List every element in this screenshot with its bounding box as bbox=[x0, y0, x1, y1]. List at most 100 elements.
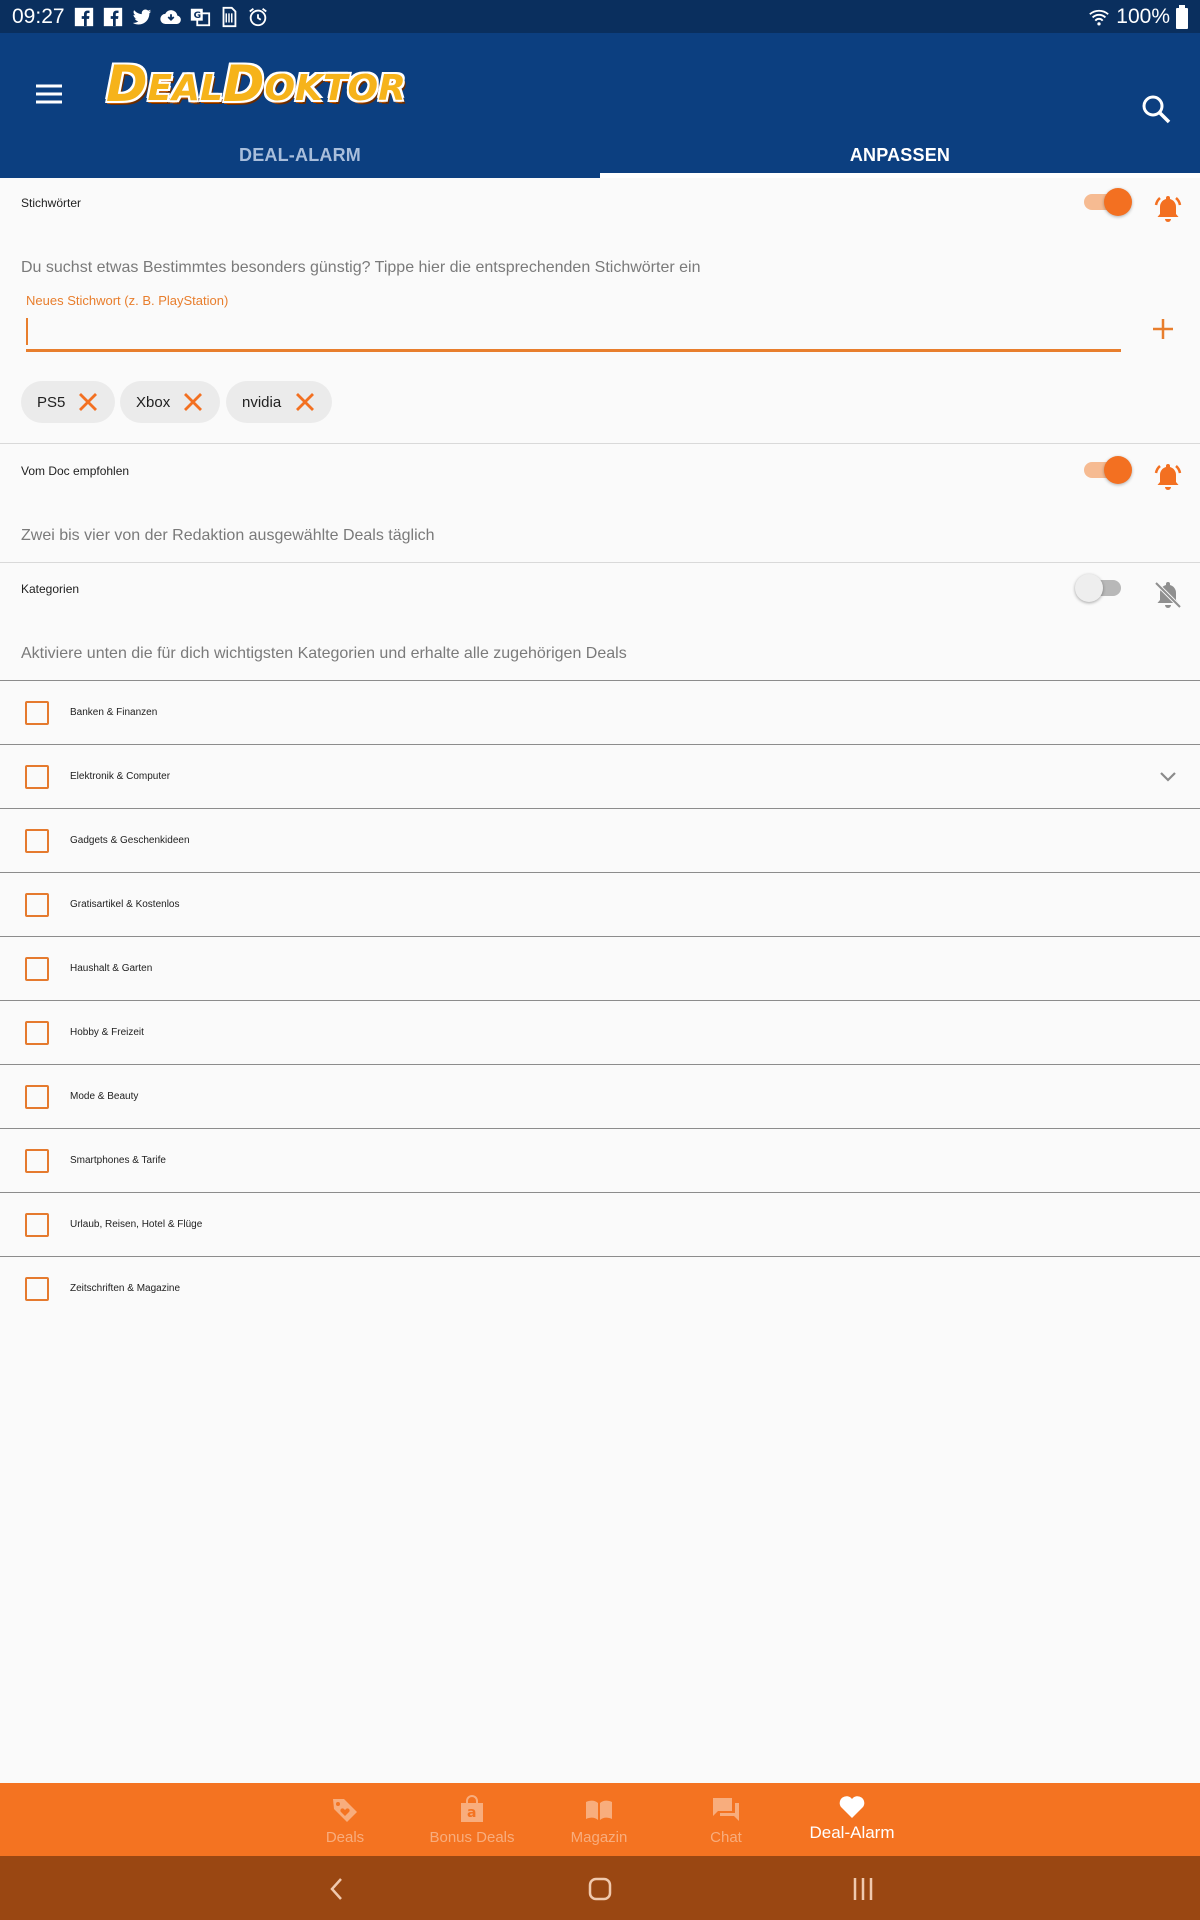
recommended-title: Vom Doc empfohlen bbox=[21, 464, 130, 478]
status-bar: 09:27 G 100% bbox=[0, 0, 1200, 33]
system-navigation-bar bbox=[0, 1856, 1200, 1920]
sim-icon bbox=[222, 6, 236, 27]
bell-ringing-icon bbox=[1154, 464, 1182, 490]
nav-deals[interactable]: Deals bbox=[305, 1783, 385, 1856]
heart-icon bbox=[839, 1796, 865, 1818]
category-label: Banken & Finanzen bbox=[70, 707, 158, 718]
keyword-chip: nvidia bbox=[226, 381, 332, 423]
category-row-hobby[interactable]: Hobby & Freizeit bbox=[0, 1001, 1200, 1065]
nav-label: Deals bbox=[325, 1829, 365, 1846]
nav-bonus-deals[interactable]: a Bonus Deals bbox=[422, 1783, 522, 1856]
category-label: Hobby & Freizeit bbox=[70, 1027, 144, 1038]
category-label: Mode & Beauty bbox=[70, 1091, 139, 1102]
categories-description: Aktiviere unten die für dich wichtigsten… bbox=[21, 645, 627, 662]
category-row-elektronik[interactable]: Elektronik & Computer bbox=[0, 745, 1200, 809]
nav-label: Chat bbox=[710, 1829, 742, 1846]
category-checkbox[interactable] bbox=[25, 765, 49, 789]
nav-chat[interactable]: Chat bbox=[686, 1783, 766, 1856]
category-row-zeitschriften[interactable]: Zeitschriften & Magazine bbox=[0, 1257, 1200, 1321]
menu-icon[interactable] bbox=[30, 75, 68, 113]
toggle-thumb bbox=[1104, 188, 1132, 216]
tag-heart-icon bbox=[333, 1799, 357, 1822]
category-label: Haushalt & Garten bbox=[70, 963, 153, 974]
category-checkbox[interactable] bbox=[25, 1021, 49, 1045]
chip-label: nvidia bbox=[242, 393, 282, 411]
remove-chip-icon[interactable] bbox=[294, 391, 316, 413]
chat-icon bbox=[713, 1798, 739, 1821]
category-row-mode[interactable]: Mode & Beauty bbox=[0, 1065, 1200, 1129]
cloud-download-icon bbox=[159, 9, 181, 24]
text-cursor bbox=[26, 318, 28, 345]
alarm-icon bbox=[248, 7, 267, 26]
battery-percent: 100% bbox=[1116, 4, 1170, 28]
keywords-description: Du suchst etwas Bestimmtes besonders gün… bbox=[21, 259, 701, 276]
keyword-input-label: Neues Stichwort (z. B. PlayStation) bbox=[26, 293, 229, 308]
nav-label: Bonus Deals bbox=[429, 1829, 515, 1846]
keywords-toggle[interactable] bbox=[1084, 187, 1132, 216]
remove-chip-icon[interactable] bbox=[182, 391, 204, 413]
category-row-gratisartikel[interactable]: Gratisartikel & Kostenlos bbox=[0, 873, 1200, 937]
section-divider bbox=[0, 443, 1200, 444]
category-checkbox[interactable] bbox=[25, 893, 49, 917]
nav-deal-alarm[interactable]: Deal-Alarm bbox=[802, 1783, 902, 1856]
category-checkbox[interactable] bbox=[25, 957, 49, 981]
amazon-bag-icon: a bbox=[461, 1795, 483, 1822]
twitter-icon bbox=[132, 8, 151, 25]
logo-text: OKTOR bbox=[264, 68, 406, 109]
facebook-icon bbox=[74, 7, 93, 26]
category-row-urlaub[interactable]: Urlaub, Reisen, Hotel & Flüge bbox=[0, 1193, 1200, 1257]
logo-letter: D bbox=[222, 55, 265, 113]
nav-label: Deal-Alarm bbox=[809, 1823, 895, 1842]
recent-apps-icon[interactable] bbox=[848, 1874, 878, 1904]
category-label: Zeitschriften & Magazine bbox=[70, 1283, 181, 1294]
nav-label: Magazin bbox=[570, 1829, 628, 1846]
category-label: Gadgets & Geschenkideen bbox=[70, 835, 190, 846]
add-keyword-icon[interactable] bbox=[1148, 314, 1178, 344]
search-icon[interactable] bbox=[1140, 93, 1172, 125]
category-checkbox[interactable] bbox=[25, 1085, 49, 1109]
dealdoktor-logo: D EAL D OKTOR bbox=[106, 51, 406, 111]
category-checkbox[interactable] bbox=[25, 1149, 49, 1173]
chevron-down-icon[interactable] bbox=[1158, 767, 1178, 787]
app-bar: D EAL D OKTOR DEAL-ALARM ANPASSEN bbox=[0, 33, 1200, 178]
category-checkbox[interactable] bbox=[25, 1213, 49, 1237]
recommended-toggle[interactable] bbox=[1084, 455, 1132, 484]
tab-anpassen[interactable]: ANPASSEN bbox=[600, 133, 1200, 178]
category-row-haushalt[interactable]: Haushalt & Garten bbox=[0, 937, 1200, 1001]
category-label: Gratisartikel & Kostenlos bbox=[70, 899, 180, 910]
book-icon bbox=[586, 1800, 612, 1820]
svg-text:a: a bbox=[467, 1805, 476, 1821]
keyword-chip: Xbox bbox=[120, 381, 220, 423]
tab-deal-alarm[interactable]: DEAL-ALARM bbox=[0, 133, 600, 178]
categories-toggle[interactable] bbox=[1075, 573, 1125, 602]
nav-magazin[interactable]: Magazin bbox=[559, 1783, 639, 1856]
remove-chip-icon[interactable] bbox=[77, 391, 99, 413]
category-label: Elektronik & Computer bbox=[70, 771, 171, 782]
categories-title: Kategorien bbox=[21, 582, 80, 596]
category-checkbox[interactable] bbox=[25, 701, 49, 725]
category-row-smartphones[interactable]: Smartphones & Tarife bbox=[0, 1129, 1200, 1193]
keyword-chip: PS5 bbox=[21, 381, 115, 423]
status-time: 09:27 bbox=[12, 4, 65, 28]
bottom-navigation: Deals a Bonus Deals Magazin Chat Deal-Al… bbox=[0, 1783, 1200, 1856]
keywords-title: Stichwörter bbox=[21, 196, 82, 210]
bell-ringing-icon bbox=[1154, 196, 1182, 222]
tab-bar: DEAL-ALARM ANPASSEN bbox=[0, 133, 1200, 178]
category-row-gadgets[interactable]: Gadgets & Geschenkideen bbox=[0, 809, 1200, 873]
category-label: Urlaub, Reisen, Hotel & Flüge bbox=[70, 1219, 203, 1230]
toggle-thumb bbox=[1104, 456, 1132, 484]
category-checkbox[interactable] bbox=[25, 1277, 49, 1301]
keyword-input[interactable] bbox=[26, 312, 1121, 352]
section-divider bbox=[0, 562, 1200, 563]
chip-label: Xbox bbox=[136, 393, 171, 411]
wifi-icon bbox=[1089, 9, 1110, 26]
svg-text:G: G bbox=[193, 9, 201, 20]
category-checkbox[interactable] bbox=[25, 829, 49, 853]
back-icon[interactable] bbox=[322, 1874, 352, 1904]
home-icon[interactable] bbox=[585, 1874, 615, 1904]
category-row-banken[interactable]: Banken & Finanzen bbox=[0, 681, 1200, 745]
bell-off-icon bbox=[1154, 581, 1182, 609]
category-label: Smartphones & Tarife bbox=[70, 1155, 166, 1166]
notification-icons: G bbox=[73, 6, 269, 28]
toggle-thumb bbox=[1075, 574, 1103, 602]
